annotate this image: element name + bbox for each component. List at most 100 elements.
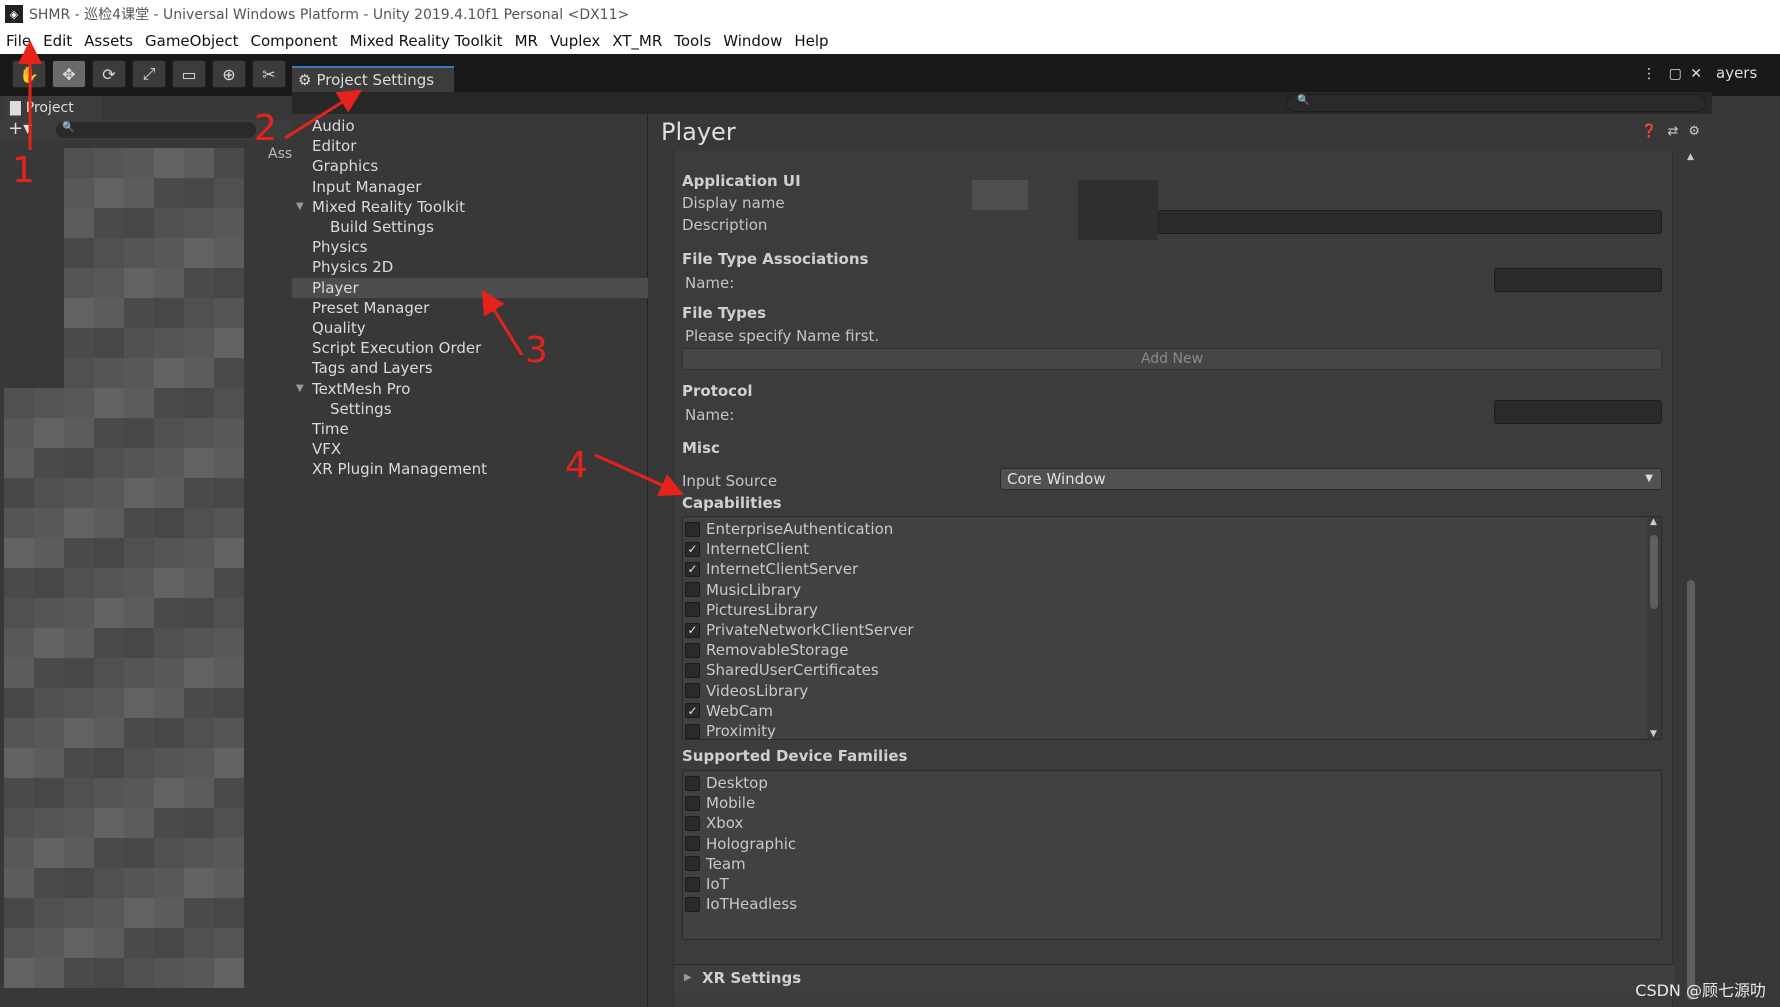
project-search-input[interactable]: 🔍 (56, 122, 256, 138)
nav-item-graphics[interactable]: Graphics (312, 156, 378, 176)
menu-file[interactable]: File (0, 32, 37, 50)
checkbox-row-mobile[interactable]: Mobile (685, 793, 755, 813)
xr-settings-foldout[interactable]: ▶ XR Settings (674, 964, 1674, 992)
checkbox-row-sharedusercertificates[interactable]: SharedUserCertificates (685, 660, 879, 680)
check-icon[interactable]: ✓ (685, 622, 700, 638)
checkbox[interactable] (685, 836, 700, 852)
checkbox-row-removablestorage[interactable]: RemovableStorage (685, 640, 848, 660)
settings-search-input[interactable]: 🔍 (1286, 94, 1706, 112)
custom-tool-button[interactable]: ✂ (252, 60, 286, 88)
project-settings-tab[interactable]: ⚙ Project Settings (292, 66, 454, 92)
nav-item-build-settings[interactable]: Build Settings (330, 217, 434, 237)
check-icon[interactable]: ✓ (685, 561, 700, 577)
capabilities-scrollbar[interactable]: ▲ ▼ (1647, 517, 1661, 739)
capabilities-scroll-thumb[interactable] (1650, 535, 1658, 609)
checkbox-row-iotheadless[interactable]: IoTHeadless (685, 894, 797, 914)
checkbox-row-holographic[interactable]: Holographic (685, 834, 796, 854)
input-source-dropdown[interactable]: Core Window ▼ (1000, 468, 1662, 490)
checkbox[interactable] (685, 642, 700, 658)
nav-item-time[interactable]: Time (312, 419, 349, 439)
checkbox[interactable] (685, 856, 700, 872)
checkbox-row-enterpriseauthentication[interactable]: EnterpriseAuthentication (685, 519, 893, 539)
nav-item-tags-and-layers[interactable]: Tags and Layers (312, 358, 433, 378)
scale-tool-button[interactable]: ⤢ (132, 60, 166, 88)
menu-gameobject[interactable]: GameObject (139, 32, 245, 50)
check-icon[interactable]: ✓ (685, 541, 700, 557)
nav-item-xr-plugin-management[interactable]: XR Plugin Management (312, 459, 487, 479)
more-icon[interactable]: ⋮ (1642, 66, 1656, 82)
project-tab[interactable]: ▇ Project (4, 96, 102, 120)
nav-item-settings[interactable]: Settings (330, 399, 392, 419)
menu-vuplex[interactable]: Vuplex (544, 32, 606, 50)
nav-item-mixed-reality-toolkit[interactable]: Mixed Reality Toolkit (312, 197, 465, 217)
add-icon[interactable]: +▾ (8, 118, 32, 139)
checkbox-row-xbox[interactable]: Xbox (685, 813, 743, 833)
nav-item-physics-2d[interactable]: Physics 2D (312, 257, 393, 277)
rect-tool-button[interactable]: ▭ (172, 60, 206, 88)
transform-tool-button[interactable]: ⊕ (212, 60, 246, 88)
protocol-name-field[interactable] (1494, 400, 1662, 424)
menu-assets[interactable]: Assets (78, 32, 139, 50)
checkbox[interactable] (685, 775, 700, 791)
checkbox[interactable] (685, 521, 700, 537)
checkbox-row-musiclibrary[interactable]: MusicLibrary (685, 580, 801, 600)
check-icon[interactable]: ✓ (685, 703, 700, 719)
nav-item-physics[interactable]: Physics (312, 237, 367, 257)
fta-name-field[interactable] (1494, 268, 1662, 292)
settings-icon[interactable]: ⚙ (1688, 124, 1700, 139)
checkbox[interactable] (685, 662, 700, 678)
checkbox-row-team[interactable]: Team (685, 854, 746, 874)
hand-tool-button[interactable]: ✋ (12, 60, 46, 88)
nav-item-vfx[interactable]: VFX (312, 439, 341, 459)
menu-help[interactable]: Help (788, 32, 834, 50)
nav-item-audio[interactable]: Audio (312, 116, 355, 136)
menu-component[interactable]: Component (245, 32, 344, 50)
expand-arrow-icon[interactable]: ▼ (296, 201, 304, 212)
checkbox-row-videoslibrary[interactable]: VideosLibrary (685, 681, 808, 701)
checkbox-row-internetclientserver[interactable]: ✓ InternetClientServer (685, 559, 858, 579)
menu-window[interactable]: Window (717, 32, 788, 50)
checkbox[interactable] (685, 582, 700, 598)
checkbox-row-pictureslibrary[interactable]: PicturesLibrary (685, 600, 818, 620)
checkbox[interactable] (685, 815, 700, 831)
nav-item-script-execution-order[interactable]: Script Execution Order (312, 338, 481, 358)
nav-item-input-manager[interactable]: Input Manager (312, 177, 421, 197)
rotate-tool-button[interactable]: ⟳ (92, 60, 126, 88)
nav-item-preset-manager[interactable]: Preset Manager (312, 298, 429, 318)
scroll-up-icon[interactable]: ▲ (1687, 152, 1694, 162)
maximize-icon[interactable]: ▢ (1669, 66, 1682, 82)
checkbox[interactable] (685, 683, 700, 699)
checkbox-row-proximity[interactable]: Proximity (685, 721, 776, 739)
checkbox-row-desktop[interactable]: Desktop (685, 773, 768, 793)
checkbox[interactable] (685, 896, 700, 912)
nav-item-editor[interactable]: Editor (312, 136, 356, 156)
menu-mixed-reality-toolkit[interactable]: Mixed Reality Toolkit (344, 32, 509, 50)
checkbox[interactable] (685, 876, 700, 892)
blurred-asset-thumbnail (64, 568, 94, 598)
expand-arrow-icon[interactable]: ▼ (296, 383, 304, 394)
scroll-up-icon[interactable]: ▲ (1650, 517, 1657, 527)
menu-edit[interactable]: Edit (37, 32, 78, 50)
menu-mr[interactable]: MR (509, 32, 544, 50)
inspector-scroll-thumb[interactable] (1687, 580, 1695, 1000)
checkbox[interactable] (685, 602, 700, 618)
checkbox[interactable] (685, 723, 700, 739)
nav-item-textmesh-pro[interactable]: TextMesh Pro (312, 379, 410, 399)
checkbox-row-internetclient[interactable]: ✓ InternetClient (685, 539, 809, 559)
menu-xt-mr[interactable]: XT_MR (606, 32, 668, 50)
inspector-scrollbar[interactable]: ▲ (1685, 150, 1697, 1007)
checkbox-row-privatenetworkclientserver[interactable]: ✓ PrivateNetworkClientServer (685, 620, 914, 640)
checkbox[interactable] (685, 795, 700, 811)
menu-tools[interactable]: Tools (668, 32, 717, 50)
nav-item-quality[interactable]: Quality (312, 318, 366, 338)
help-icon[interactable]: ❓ (1641, 124, 1657, 139)
close-icon[interactable]: ✕ (1690, 66, 1702, 82)
checkbox-row-webcam[interactable]: ✓ WebCam (685, 701, 773, 721)
scroll-down-icon[interactable]: ▼ (1650, 729, 1657, 739)
preset-icon[interactable]: ⇄ (1667, 124, 1678, 139)
move-tool-button[interactable]: ✥ (52, 60, 86, 88)
description-field[interactable] (1158, 210, 1662, 234)
checkbox-row-iot[interactable]: IoT (685, 874, 729, 894)
nav-item-player[interactable]: Player (312, 278, 359, 298)
add-new-button[interactable]: Add New (682, 348, 1662, 370)
